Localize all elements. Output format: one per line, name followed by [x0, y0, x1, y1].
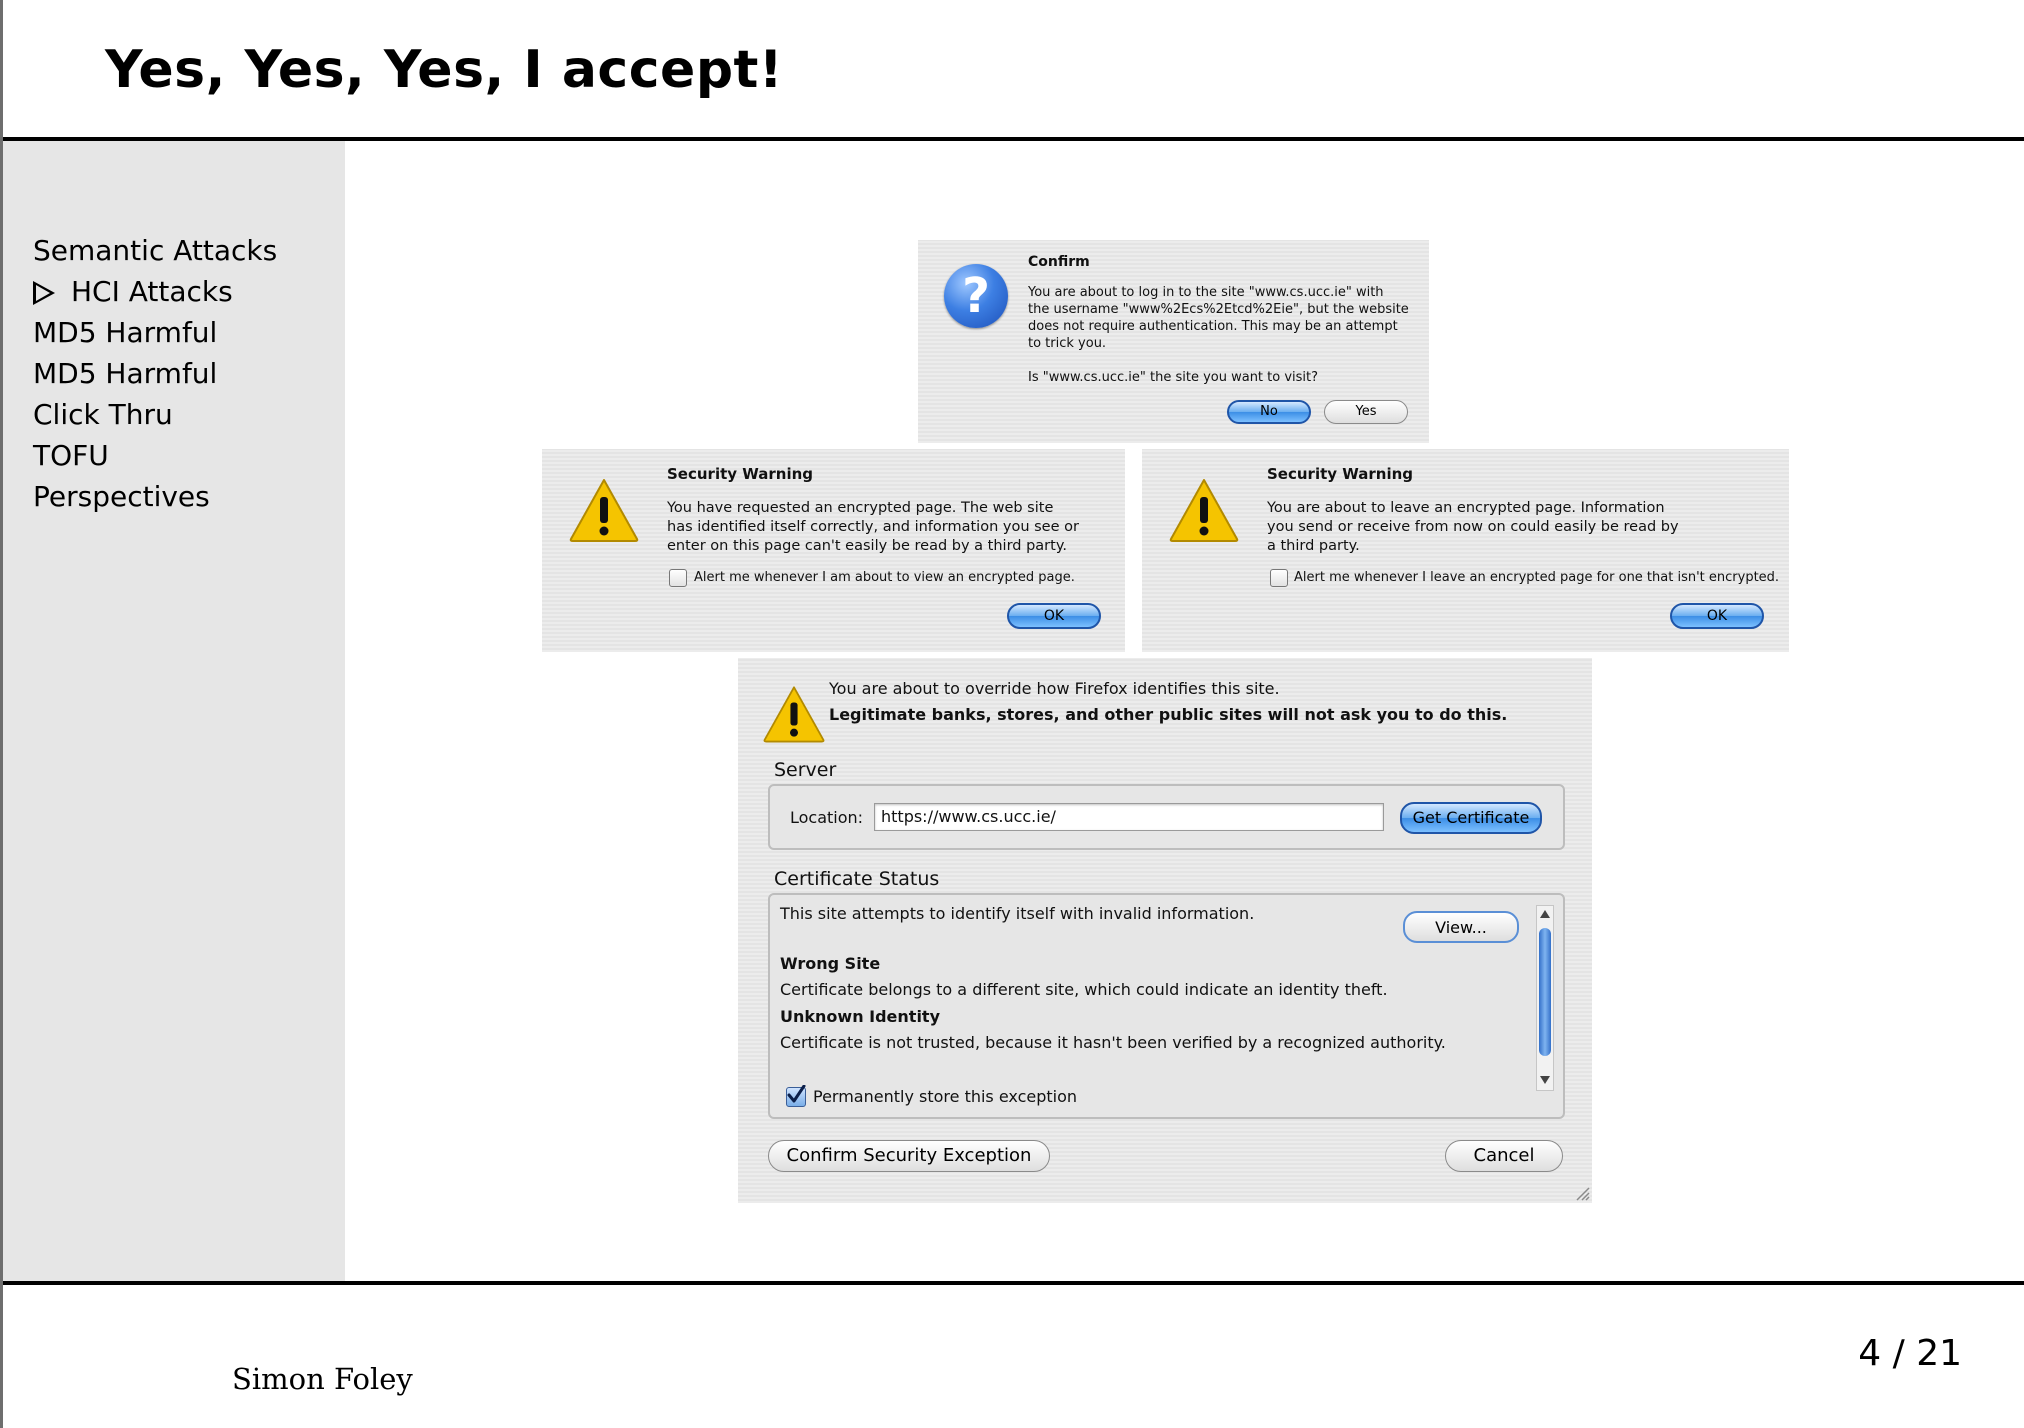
exception-intro: You are about to override how Firefox id… [829, 679, 1280, 698]
location-input[interactable]: https://www.cs.ucc.ie/ [874, 803, 1384, 831]
total-page-count: 21 [1916, 1333, 1962, 1374]
unknown-identity-heading: Unknown Identity [780, 1007, 941, 1026]
nav-item-label: Semantic Attacks [33, 234, 278, 267]
nav-item-label: Perspectives [33, 480, 210, 513]
footer-author: Simon Foley [232, 1362, 413, 1396]
slide-title: Yes, Yes, Yes, I accept! [105, 40, 784, 100]
alert-leaving-checkbox[interactable] [1270, 569, 1288, 587]
confirm-security-exception-button[interactable]: Confirm Security Exception [768, 1140, 1050, 1172]
current-page-number: 4 [1858, 1333, 1882, 1374]
unknown-identity-text: Certificate is not trusted, because it h… [780, 1033, 1446, 1052]
nav-item-md5-harmful-2[interactable]: MD5 Harmful [33, 353, 277, 394]
security-warning-title: Security Warning [1267, 465, 1414, 483]
certificate-status-heading: Certificate Status [774, 868, 940, 890]
no-button[interactable]: No [1227, 400, 1311, 424]
checkmark-icon [787, 1085, 806, 1103]
warning-icon [569, 479, 639, 542]
confirm-dialog-question: Is "www.cs.ucc.ie" the site you want to … [1028, 370, 1319, 385]
security-warning-message: You have requested an encrypted page. Th… [667, 499, 1079, 556]
scroll-up-arrow-icon[interactable] [1540, 910, 1550, 918]
security-exception-dialog: You are about to override how Firefox id… [738, 658, 1592, 1203]
ok-button[interactable]: OK [1670, 603, 1764, 629]
location-label: Location: [790, 808, 864, 827]
footer-divider [3, 1281, 2024, 1285]
nav-item-hci-attacks[interactable]: HCI Attacks [33, 271, 277, 312]
certificate-status-group: This site attempts to identify itself wi… [768, 893, 1565, 1119]
slide: Yes, Yes, Yes, I accept! Semantic Attack… [0, 0, 2024, 1428]
sidebar-nav: Semantic Attacks HCI Attacks MD5 Harmful… [33, 230, 277, 517]
message-line: enter on this page can't easily be read … [667, 538, 1067, 554]
scroll-down-arrow-icon[interactable] [1540, 1076, 1550, 1084]
alert-encrypted-checkbox[interactable] [669, 569, 687, 587]
warning-icon [1169, 479, 1239, 542]
security-warning-message: You are about to leave an encrypted page… [1267, 499, 1679, 556]
status-scrollbar[interactable] [1536, 905, 1554, 1091]
page-counter: 4 / 21 [1858, 1333, 1962, 1374]
nav-item-label: TOFU [33, 439, 109, 472]
nav-item-label: Click Thru [33, 398, 173, 431]
alert-encrypted-checkbox-label: Alert me whenever I am about to view an … [694, 570, 1075, 585]
nav-item-perspectives[interactable]: Perspectives [33, 476, 277, 517]
message-line: you send or receive from now on could ea… [1267, 519, 1679, 535]
nav-item-click-thru[interactable]: Click Thru [33, 394, 277, 435]
confirm-dialog: ? Confirm You are about to log in to the… [918, 240, 1429, 443]
nav-item-label: MD5 Harmful [33, 316, 218, 349]
security-warning-dialog-leaving: Security Warning You are about to leave … [1142, 449, 1789, 652]
nav-item-md5-harmful[interactable]: MD5 Harmful [33, 312, 277, 353]
warning-icon [763, 686, 825, 743]
server-group: Location: https://www.cs.ucc.ie/ Get Cer… [768, 784, 1565, 850]
message-line: You are about to log in to the site "www… [1028, 285, 1384, 300]
scrollbar-thumb[interactable] [1539, 928, 1551, 1056]
wrong-site-text: Certificate belongs to a different site,… [780, 980, 1388, 999]
confirm-dialog-message: You are about to log in to the site "www… [1028, 284, 1409, 352]
current-section-triangle-icon [33, 281, 55, 305]
security-warning-dialog-encrypted: Security Warning You have requested an e… [542, 449, 1125, 652]
message-line: does not require authentication. This ma… [1028, 319, 1398, 334]
permanent-exception-label: Permanently store this exception [813, 1087, 1078, 1106]
nav-item-tofu[interactable]: TOFU [33, 435, 277, 476]
message-line: the username "www%2Ecs%2Etcd%2Eie", but … [1028, 302, 1409, 317]
page-separator: / [1892, 1333, 1917, 1374]
confirm-dialog-title: Confirm [1028, 254, 1090, 270]
yes-button[interactable]: Yes [1324, 400, 1408, 424]
view-button[interactable]: View... [1403, 911, 1519, 943]
message-line: You are about to leave an encrypted page… [1267, 500, 1665, 516]
ok-button[interactable]: OK [1007, 603, 1101, 629]
server-heading: Server [774, 759, 837, 781]
nav-item-semantic-attacks[interactable]: Semantic Attacks [33, 230, 277, 271]
alert-leaving-checkbox-label: Alert me whenever I leave an encrypted p… [1294, 570, 1780, 585]
wrong-site-heading: Wrong Site [780, 954, 881, 973]
status-summary: This site attempts to identify itself wi… [780, 904, 1255, 923]
get-certificate-button[interactable]: Get Certificate [1400, 802, 1542, 834]
resize-grip-icon[interactable] [1574, 1185, 1590, 1201]
message-line: has identified itself correctly, and inf… [667, 519, 1079, 535]
question-icon: ? [944, 264, 1008, 328]
nav-item-label: HCI Attacks [71, 275, 233, 308]
message-line: to trick you. [1028, 336, 1107, 351]
permanent-exception-checkbox[interactable] [786, 1085, 806, 1107]
message-line: You have requested an encrypted page. Th… [667, 500, 1054, 516]
cancel-button[interactable]: Cancel [1445, 1140, 1563, 1172]
security-warning-title: Security Warning [667, 465, 814, 483]
nav-item-label: MD5 Harmful [33, 357, 218, 390]
exception-intro-warning: Legitimate banks, stores, and other publ… [829, 705, 1508, 724]
message-line: a third party. [1267, 538, 1360, 554]
